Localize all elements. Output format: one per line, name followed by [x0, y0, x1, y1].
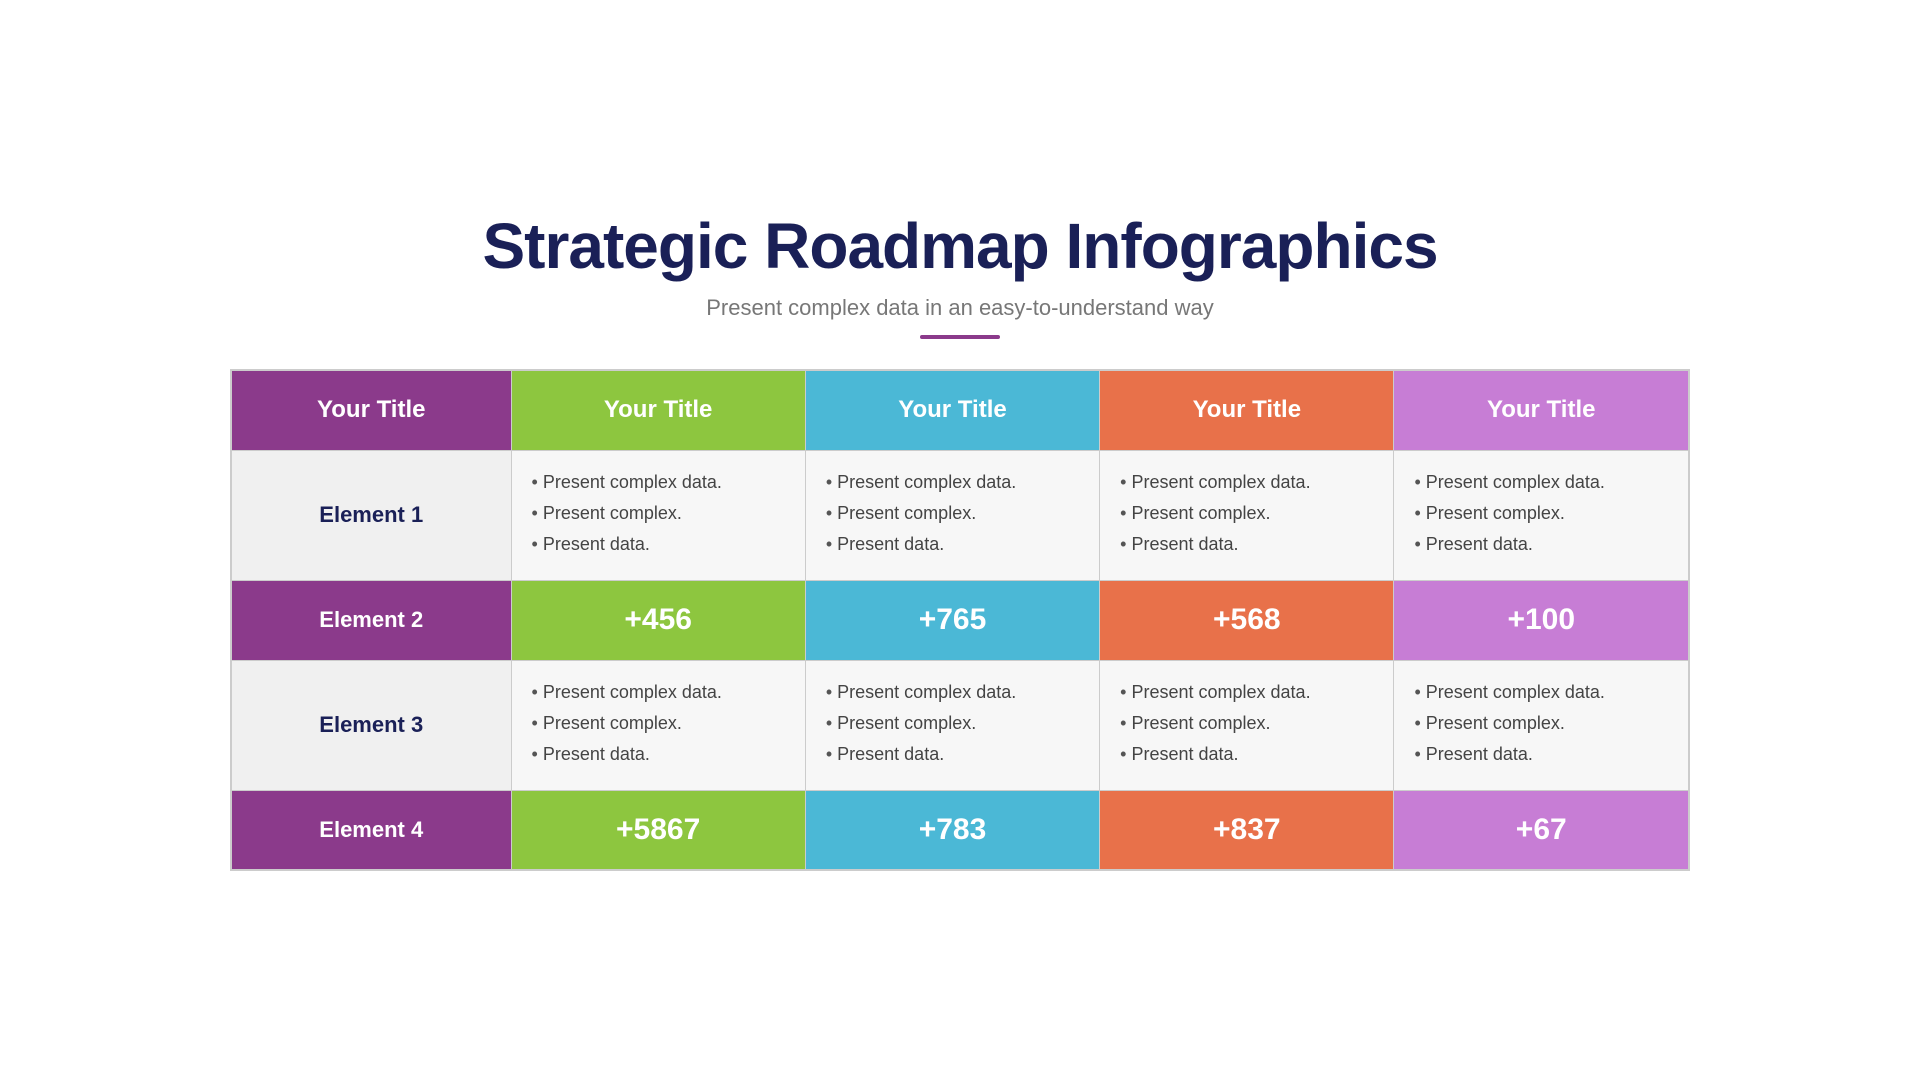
- row1-cell-green: Present complex data. Present complex. P…: [511, 450, 805, 580]
- bullet: Present complex.: [1414, 710, 1668, 737]
- row2-cell-purple: +100: [1394, 580, 1689, 660]
- row3-label: Element 3: [231, 660, 511, 790]
- bullet: Present complex data.: [826, 469, 1079, 496]
- row1-label: Element 1: [231, 450, 511, 580]
- bullet: Present data.: [1414, 741, 1668, 768]
- bullet: Present data.: [532, 741, 785, 768]
- row2-cell-blue: +765: [805, 580, 1099, 660]
- bullet: Present complex data.: [1414, 679, 1668, 706]
- page-header: Strategic Roadmap Infographics Present c…: [482, 209, 1437, 339]
- row3-cell-blue: Present complex data. Present complex. P…: [805, 660, 1099, 790]
- bullet: Present complex data.: [1414, 469, 1668, 496]
- row3-cell-purple: Present complex data. Present complex. P…: [1394, 660, 1689, 790]
- header-col1: Your Title: [511, 370, 805, 450]
- bullet: Present complex.: [1414, 500, 1668, 527]
- row1-cell-purple: Present complex data. Present complex. P…: [1394, 450, 1689, 580]
- bullet: Present data.: [1414, 531, 1668, 558]
- row-element2: Element 2 +456 +765 +568 +100: [231, 580, 1689, 660]
- row3-cell-green: Present complex data. Present complex. P…: [511, 660, 805, 790]
- bullet: Present data.: [532, 531, 785, 558]
- bullet: Present data.: [1120, 741, 1373, 768]
- main-title: Strategic Roadmap Infographics: [482, 209, 1437, 283]
- header-col4: Your Title: [1394, 370, 1689, 450]
- bullet: Present data.: [1120, 531, 1373, 558]
- bullet: Present complex data.: [532, 469, 785, 496]
- header-col0: Your Title: [231, 370, 511, 450]
- row-element3: Element 3 Present complex data. Present …: [231, 660, 1689, 790]
- row3-cell-red: Present complex data. Present complex. P…: [1100, 660, 1394, 790]
- row-element4: Element 4 +5867 +783 +837 +67: [231, 790, 1689, 870]
- header-col3: Your Title: [1100, 370, 1394, 450]
- row4-cell-blue: +783: [805, 790, 1099, 870]
- bullet: Present complex.: [826, 710, 1079, 737]
- bullet: Present complex data.: [532, 679, 785, 706]
- header-row: Your Title Your Title Your Title Your Ti…: [231, 370, 1689, 450]
- subtitle: Present complex data in an easy-to-under…: [482, 295, 1437, 321]
- row-element1: Element 1 Present complex data. Present …: [231, 450, 1689, 580]
- bullet: Present data.: [826, 741, 1079, 768]
- bullet: Present data.: [826, 531, 1079, 558]
- bullet: Present complex.: [532, 500, 785, 527]
- roadmap-table: Your Title Your Title Your Title Your Ti…: [230, 369, 1690, 871]
- bullet: Present complex.: [1120, 710, 1373, 737]
- row4-cell-red: +837: [1100, 790, 1394, 870]
- row2-label: Element 2: [231, 580, 511, 660]
- row4-cell-purple: +67: [1394, 790, 1689, 870]
- row4-label: Element 4: [231, 790, 511, 870]
- row1-cell-blue: Present complex data. Present complex. P…: [805, 450, 1099, 580]
- header-col2: Your Title: [805, 370, 1099, 450]
- title-underline: [920, 335, 1000, 339]
- row4-cell-green: +5867: [511, 790, 805, 870]
- row2-cell-red: +568: [1100, 580, 1394, 660]
- bullet: Present complex.: [826, 500, 1079, 527]
- row1-cell-red: Present complex data. Present complex. P…: [1100, 450, 1394, 580]
- bullet: Present complex data.: [1120, 679, 1373, 706]
- bullet: Present complex.: [1120, 500, 1373, 527]
- bullet: Present complex data.: [1120, 469, 1373, 496]
- table-container: Your Title Your Title Your Title Your Ti…: [230, 369, 1690, 871]
- bullet: Present complex data.: [826, 679, 1079, 706]
- bullet: Present complex.: [532, 710, 785, 737]
- row2-cell-green: +456: [511, 580, 805, 660]
